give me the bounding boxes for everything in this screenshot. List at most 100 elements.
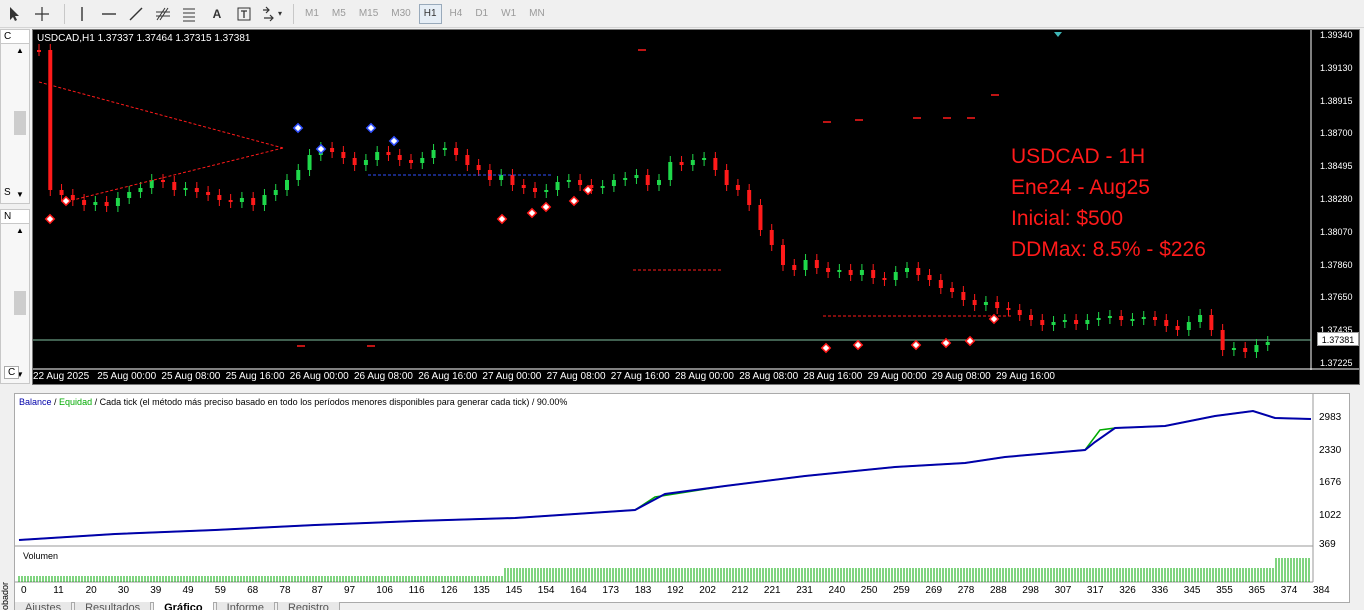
- candle-body: [194, 188, 199, 192]
- candle-body: [972, 300, 977, 305]
- tab-resultados[interactable]: Resultados: [74, 602, 152, 610]
- order-marker: [852, 339, 864, 351]
- info-period: Ene24 - Aug25: [1011, 176, 1150, 199]
- candle-body: [781, 245, 785, 265]
- graph-x-tick-label: 202: [699, 585, 716, 596]
- order-marker: [388, 135, 400, 147]
- panel-marker: S: [4, 187, 11, 198]
- order-marker: [540, 201, 552, 213]
- timeframe-w1[interactable]: W1: [496, 4, 521, 24]
- candle-body: [555, 182, 560, 190]
- crosshair-icon[interactable]: [31, 3, 53, 25]
- timeframe-d1[interactable]: D1: [470, 4, 493, 24]
- order-marker: [820, 342, 832, 354]
- timeframe-m30[interactable]: M30: [386, 4, 415, 24]
- scroll-down-icon[interactable]: ▼: [16, 190, 24, 199]
- toolbar-separator: [293, 3, 295, 24]
- candle-body: [702, 158, 707, 160]
- tab-ajustes[interactable]: Ajustes: [14, 602, 73, 610]
- text-label-icon[interactable]: [233, 3, 255, 25]
- order-marker: [988, 313, 1000, 325]
- candle-body: [623, 178, 628, 180]
- timeframe-mn[interactable]: MN: [524, 4, 550, 24]
- time-tick-label: 28 Aug 16:00: [803, 371, 863, 382]
- panel-tab[interactable]: C: [4, 366, 20, 379]
- graph-x-tick-label: 59: [214, 585, 226, 596]
- graph-x-tick-label: 250: [860, 585, 878, 596]
- timeframe-m5[interactable]: M5: [327, 4, 351, 24]
- candle-body: [1220, 330, 1225, 350]
- cursor-icon[interactable]: [4, 3, 26, 25]
- time-tick-label: 28 Aug 08:00: [739, 371, 799, 382]
- time-tick-label: 28 Aug 00:00: [675, 371, 734, 382]
- vertical-line-icon[interactable]: [71, 3, 93, 25]
- candle-body: [1107, 316, 1112, 318]
- timeframe-h4[interactable]: H4: [445, 4, 468, 24]
- candle-body: [1231, 348, 1236, 350]
- graph-x-tick-label: 145: [505, 585, 523, 596]
- candle-body: [239, 198, 244, 202]
- candle-body: [341, 152, 346, 158]
- candle-body: [578, 180, 583, 185]
- candle-body: [172, 182, 177, 190]
- candle-body: [127, 192, 132, 198]
- candle-body: [668, 162, 673, 180]
- candle-body: [1254, 345, 1259, 352]
- graph-x-tick-label: 278: [957, 585, 975, 596]
- candle-body: [1164, 320, 1169, 326]
- candle-body: [983, 302, 988, 305]
- order-marker: [292, 122, 304, 134]
- graph-x-tick-label: 135: [473, 585, 490, 596]
- graph-x-tick-label: 164: [570, 585, 587, 596]
- candle-body: [1040, 320, 1045, 325]
- candle-body: [1074, 320, 1079, 324]
- tester-tabs: Ajustes Resultados Gráfico Informe Registro: [14, 602, 342, 610]
- order-marker: [44, 213, 56, 225]
- arrows-icon[interactable]: ▾: [260, 3, 282, 25]
- panel-scrollbar[interactable]: ▲ ▼: [13, 46, 27, 199]
- chart-header: USDCAD,H1 1.37337 1.37464 1.37315 1.3738…: [37, 33, 251, 44]
- fibonacci-fan-icon[interactable]: [179, 3, 201, 25]
- candle-body: [1198, 315, 1203, 322]
- candle-body: [262, 195, 267, 205]
- price-chart[interactable]: USDCAD,H1 1.37337 1.37464 1.37315 1.3738…: [32, 29, 1360, 385]
- panel-scrollbar[interactable]: ▲ ▼: [13, 226, 27, 379]
- scroll-thumb[interactable]: [14, 110, 26, 135]
- panel-header: C: [1, 30, 29, 44]
- timeframe-m1[interactable]: M1: [300, 4, 324, 24]
- graph-x-tick-label: 240: [828, 585, 846, 596]
- timeframe-m15[interactable]: M15: [354, 4, 383, 24]
- candle-body: [307, 155, 312, 170]
- scroll-up-icon[interactable]: ▲: [16, 46, 24, 55]
- candle-body: [1175, 326, 1180, 330]
- timeframe-h1[interactable]: H1: [418, 3, 442, 24]
- time-tick-label: 29 Aug 16:00: [996, 371, 1055, 382]
- trendline-icon[interactable]: [125, 3, 147, 25]
- scroll-up-icon[interactable]: ▲: [16, 226, 24, 235]
- candle-body: [645, 175, 650, 185]
- candle-body: [1119, 316, 1124, 320]
- candle-body: [1153, 317, 1157, 320]
- candle-body: [1186, 322, 1191, 330]
- tester-graph[interactable]: Balance / Equidad / Cada tick (el método…: [14, 393, 1350, 603]
- fibonacci-icon[interactable]: [152, 3, 174, 25]
- scroll-thumb[interactable]: [14, 290, 26, 315]
- graph-x-tick-label: 259: [893, 585, 910, 596]
- candle-body: [104, 202, 109, 206]
- horizontal-line-icon[interactable]: [98, 3, 120, 25]
- tab-grafico[interactable]: Gráfico: [153, 602, 214, 610]
- text-icon[interactable]: A: [206, 3, 228, 25]
- graph-x-tick-label: 365: [1248, 585, 1266, 596]
- graph-x-tick-label: 78: [279, 585, 291, 596]
- candle-body: [995, 302, 1000, 308]
- tab-informe[interactable]: Informe: [215, 602, 275, 610]
- tester-window-label: obador: [0, 581, 10, 610]
- time-tick-label: 29 Aug 00:00: [867, 371, 927, 382]
- graph-x-tick-label: 49: [182, 585, 194, 596]
- candle-body: [465, 155, 470, 165]
- text-icon-glyph: A: [212, 6, 222, 21]
- tab-registro[interactable]: Registro: [276, 602, 340, 610]
- price-tick-label: 1.38070: [1320, 226, 1353, 237]
- candle-body: [363, 160, 368, 165]
- graph-x-tick-label: 68: [247, 585, 259, 596]
